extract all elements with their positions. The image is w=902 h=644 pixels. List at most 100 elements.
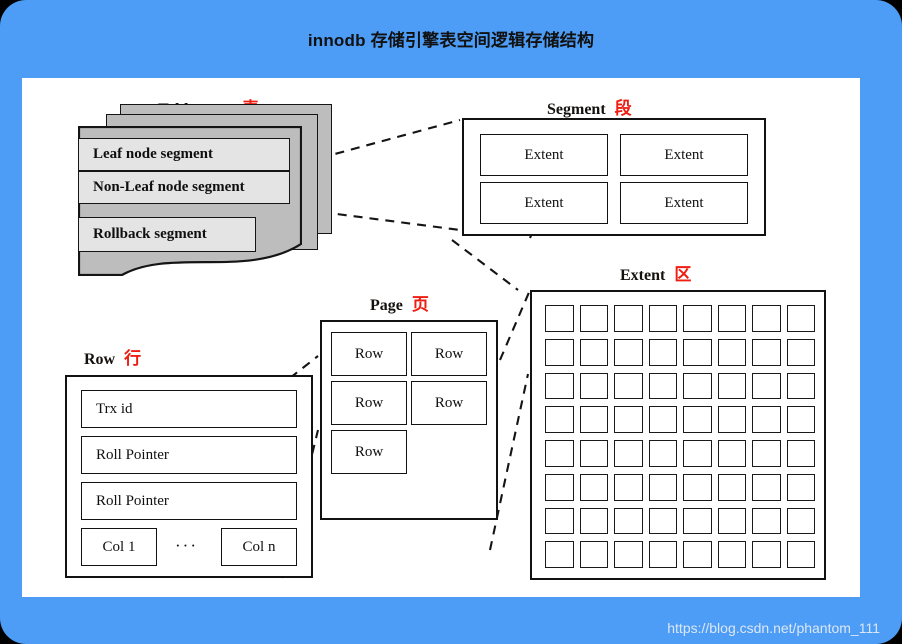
extent-page-cell bbox=[786, 338, 815, 366]
extent-page-cell bbox=[683, 473, 712, 501]
segment-non-leaf-node: Non-Leaf node segment bbox=[78, 171, 290, 204]
extent-page-cell bbox=[545, 473, 574, 501]
row-field-trx-id-label: Trx id bbox=[96, 400, 133, 417]
segment-non-leaf-node-label: Non-Leaf node segment bbox=[93, 179, 245, 195]
screenshot-root: innodb 存储引擎表空间逻辑存储结构 https://blog.csdn.n… bbox=[0, 0, 902, 644]
watermark-url: https://blog.csdn.net/phantom_111 bbox=[667, 620, 880, 636]
segment-rollback-label: Rollback segment bbox=[93, 226, 207, 242]
extent-page-cell bbox=[717, 305, 746, 332]
extent-page-cell bbox=[752, 372, 781, 400]
extent-label: Extent 区 bbox=[620, 260, 691, 285]
extent-page-cell bbox=[752, 406, 781, 433]
extent-page-cell bbox=[545, 406, 574, 433]
extent-page-cell bbox=[614, 440, 643, 467]
page-title: innodb 存储引擎表空间逻辑存储结构 bbox=[307, 31, 595, 50]
row-col-first-label: Col 1 bbox=[102, 538, 136, 555]
extent-page-cell bbox=[614, 473, 643, 501]
extent-page-cell bbox=[648, 507, 677, 535]
extent-page-cell bbox=[614, 507, 643, 535]
extent-page-cell bbox=[752, 305, 781, 332]
extent-page-cell bbox=[717, 473, 746, 501]
row-box: Trx id Roll Pointer Roll Pointer Col 1 ·… bbox=[65, 375, 313, 578]
extent-page-cell bbox=[545, 372, 574, 400]
segment-leaf-node: Leaf node segment bbox=[78, 138, 290, 171]
extent-page-cell bbox=[545, 507, 574, 535]
extent-page-cell bbox=[545, 440, 574, 467]
extent-page-cell bbox=[752, 473, 781, 501]
segment-rollback: Rollback segment bbox=[78, 217, 256, 252]
extent-box-2: Extent bbox=[620, 134, 748, 176]
extent-page-cell bbox=[579, 473, 608, 501]
extent-page-cell bbox=[614, 305, 643, 332]
extent-label-en: Extent bbox=[620, 267, 666, 284]
segment-label-en: Segment bbox=[547, 101, 606, 118]
row-label: Row 行 bbox=[84, 344, 141, 369]
extent-page-cell bbox=[614, 338, 643, 366]
extent-page-cell bbox=[648, 440, 677, 467]
extent-page-cell bbox=[717, 372, 746, 400]
diagram-canvas: Tablespace表 Leaf node segment Non-Leaf n… bbox=[22, 78, 860, 597]
page-row-5: Row bbox=[331, 430, 407, 474]
extent-page-cell bbox=[752, 440, 781, 467]
page-row-3: Row bbox=[331, 381, 407, 425]
extent-page-cell bbox=[683, 541, 712, 568]
extent-label-cn: 区 bbox=[674, 265, 692, 284]
extent-page-cell bbox=[648, 338, 677, 366]
row-field-roll-pointer-1: Roll Pointer bbox=[81, 436, 297, 474]
extent-page-cell bbox=[579, 338, 608, 366]
extent-page-cell bbox=[717, 541, 746, 568]
extent-page-cell bbox=[683, 406, 712, 433]
row-field-roll-pointer-2: Roll Pointer bbox=[81, 482, 297, 520]
extent-page-cell bbox=[683, 507, 712, 535]
extent-page-cell bbox=[717, 338, 746, 366]
extent-page-cell bbox=[648, 305, 677, 332]
extent-page-cell bbox=[579, 541, 608, 568]
extent-page-cell bbox=[648, 406, 677, 433]
extent-page-cell bbox=[752, 507, 781, 535]
page-label: Page 页 bbox=[370, 290, 429, 315]
row-col-ellipsis: ··· bbox=[175, 536, 198, 555]
extent-box-3-label: Extent bbox=[524, 194, 564, 211]
row-label-cn: 行 bbox=[124, 349, 142, 368]
page-row-5-label: Row bbox=[354, 443, 384, 460]
segment-leaf-node-label: Leaf node segment bbox=[93, 146, 213, 162]
page-label-cn: 页 bbox=[411, 295, 429, 314]
row-field-roll-pointer-2-label: Roll Pointer bbox=[96, 492, 169, 509]
extent-page-cell bbox=[683, 305, 712, 332]
row-field-roll-pointer-1-label: Roll Pointer bbox=[96, 446, 169, 463]
extent-page-cell bbox=[648, 473, 677, 501]
row-col-last-label: Col n bbox=[242, 538, 276, 555]
extent-page-cell bbox=[683, 338, 712, 366]
extent-page-cell bbox=[786, 372, 815, 400]
page-row-4-label: Row bbox=[434, 394, 464, 411]
page-row-1-label: Row bbox=[354, 345, 384, 362]
row-col-last: Col n bbox=[221, 528, 297, 566]
segment-box: Extent Extent Extent Extent bbox=[462, 118, 766, 236]
page-row-2-label: Row bbox=[434, 345, 464, 362]
extent-page-cell bbox=[545, 305, 574, 332]
extent-box bbox=[530, 290, 826, 580]
extent-box-4-label: Extent bbox=[664, 194, 704, 211]
extent-page-cell bbox=[786, 305, 815, 332]
extent-page-cell bbox=[579, 406, 608, 433]
extent-page-cell bbox=[717, 507, 746, 535]
extent-page-cell bbox=[614, 372, 643, 400]
extent-page-cell bbox=[648, 541, 677, 568]
extent-page-cell bbox=[786, 473, 815, 501]
extent-box-1: Extent bbox=[480, 134, 608, 176]
row-field-trx-id: Trx id bbox=[81, 390, 297, 428]
extent-box-4: Extent bbox=[620, 182, 748, 224]
extent-page-cell bbox=[717, 440, 746, 467]
extent-page-cell bbox=[786, 440, 815, 467]
extent-page-cell bbox=[614, 541, 643, 568]
extent-page-cell bbox=[752, 338, 781, 366]
extent-box-1-label: Extent bbox=[524, 146, 564, 163]
row-col-first: Col 1 bbox=[81, 528, 157, 566]
extent-page-cell bbox=[717, 406, 746, 433]
extent-page-cell bbox=[683, 440, 712, 467]
segment-label-cn: 段 bbox=[614, 99, 632, 118]
page-box: Row Row Row Row Row bbox=[320, 320, 498, 520]
blue-card: innodb 存储引擎表空间逻辑存储结构 https://blog.csdn.n… bbox=[0, 0, 902, 644]
extent-page-cell bbox=[752, 541, 781, 568]
extent-page-cell bbox=[579, 372, 608, 400]
